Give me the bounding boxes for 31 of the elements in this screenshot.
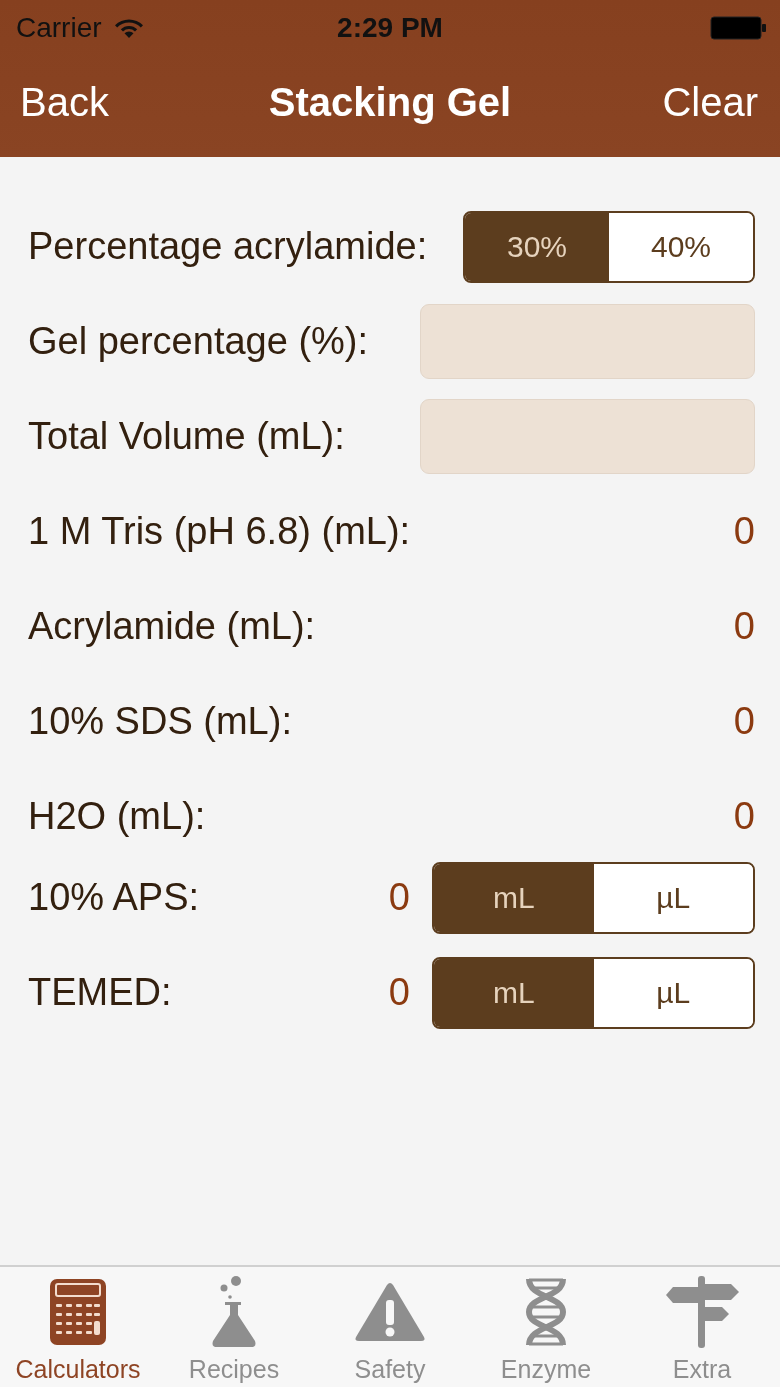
signpost-icon [664, 1275, 740, 1349]
wifi-icon [113, 17, 144, 39]
field-label: Total Volume (mL): [28, 415, 346, 458]
field-label: 10% APS: [28, 876, 201, 919]
field-label: 10% SDS (mL): [28, 700, 293, 743]
segment-option[interactable]: mL [434, 863, 594, 932]
result-value: 0 [388, 971, 410, 1014]
back-button[interactable]: Back [20, 80, 109, 125]
result-value: 0 [388, 876, 410, 919]
result-value: 0 [733, 795, 755, 838]
segment-option[interactable]: 30% [465, 212, 609, 281]
screen-title: Stacking Gel [268, 80, 512, 125]
status-time: 2:29 PM [337, 12, 443, 44]
tab-item[interactable]: Calculators [0, 1267, 156, 1387]
result-value: 0 [733, 510, 755, 553]
input-field[interactable] [420, 304, 755, 379]
result-value: 0 [733, 605, 755, 648]
field-label: TEMED: [28, 971, 173, 1014]
carrier-name: Carrier [16, 12, 102, 44]
clear-button[interactable]: Clear [662, 80, 758, 125]
field-label: Acrylamide (mL): [28, 605, 317, 648]
segment-option[interactable]: mL [434, 958, 594, 1027]
field-label: Gel percentage (%): [28, 320, 370, 363]
input-field[interactable] [420, 399, 755, 474]
result-value: 0 [733, 700, 755, 743]
field-label: 1 M Tris (pH 6.8) (mL): [28, 510, 412, 553]
battery-icon [710, 16, 766, 40]
field-label: Percentage acrylamide: [28, 225, 429, 268]
warning-icon [354, 1281, 426, 1343]
field-label: H2O (mL): [28, 795, 207, 838]
calculator-icon [49, 1278, 107, 1346]
